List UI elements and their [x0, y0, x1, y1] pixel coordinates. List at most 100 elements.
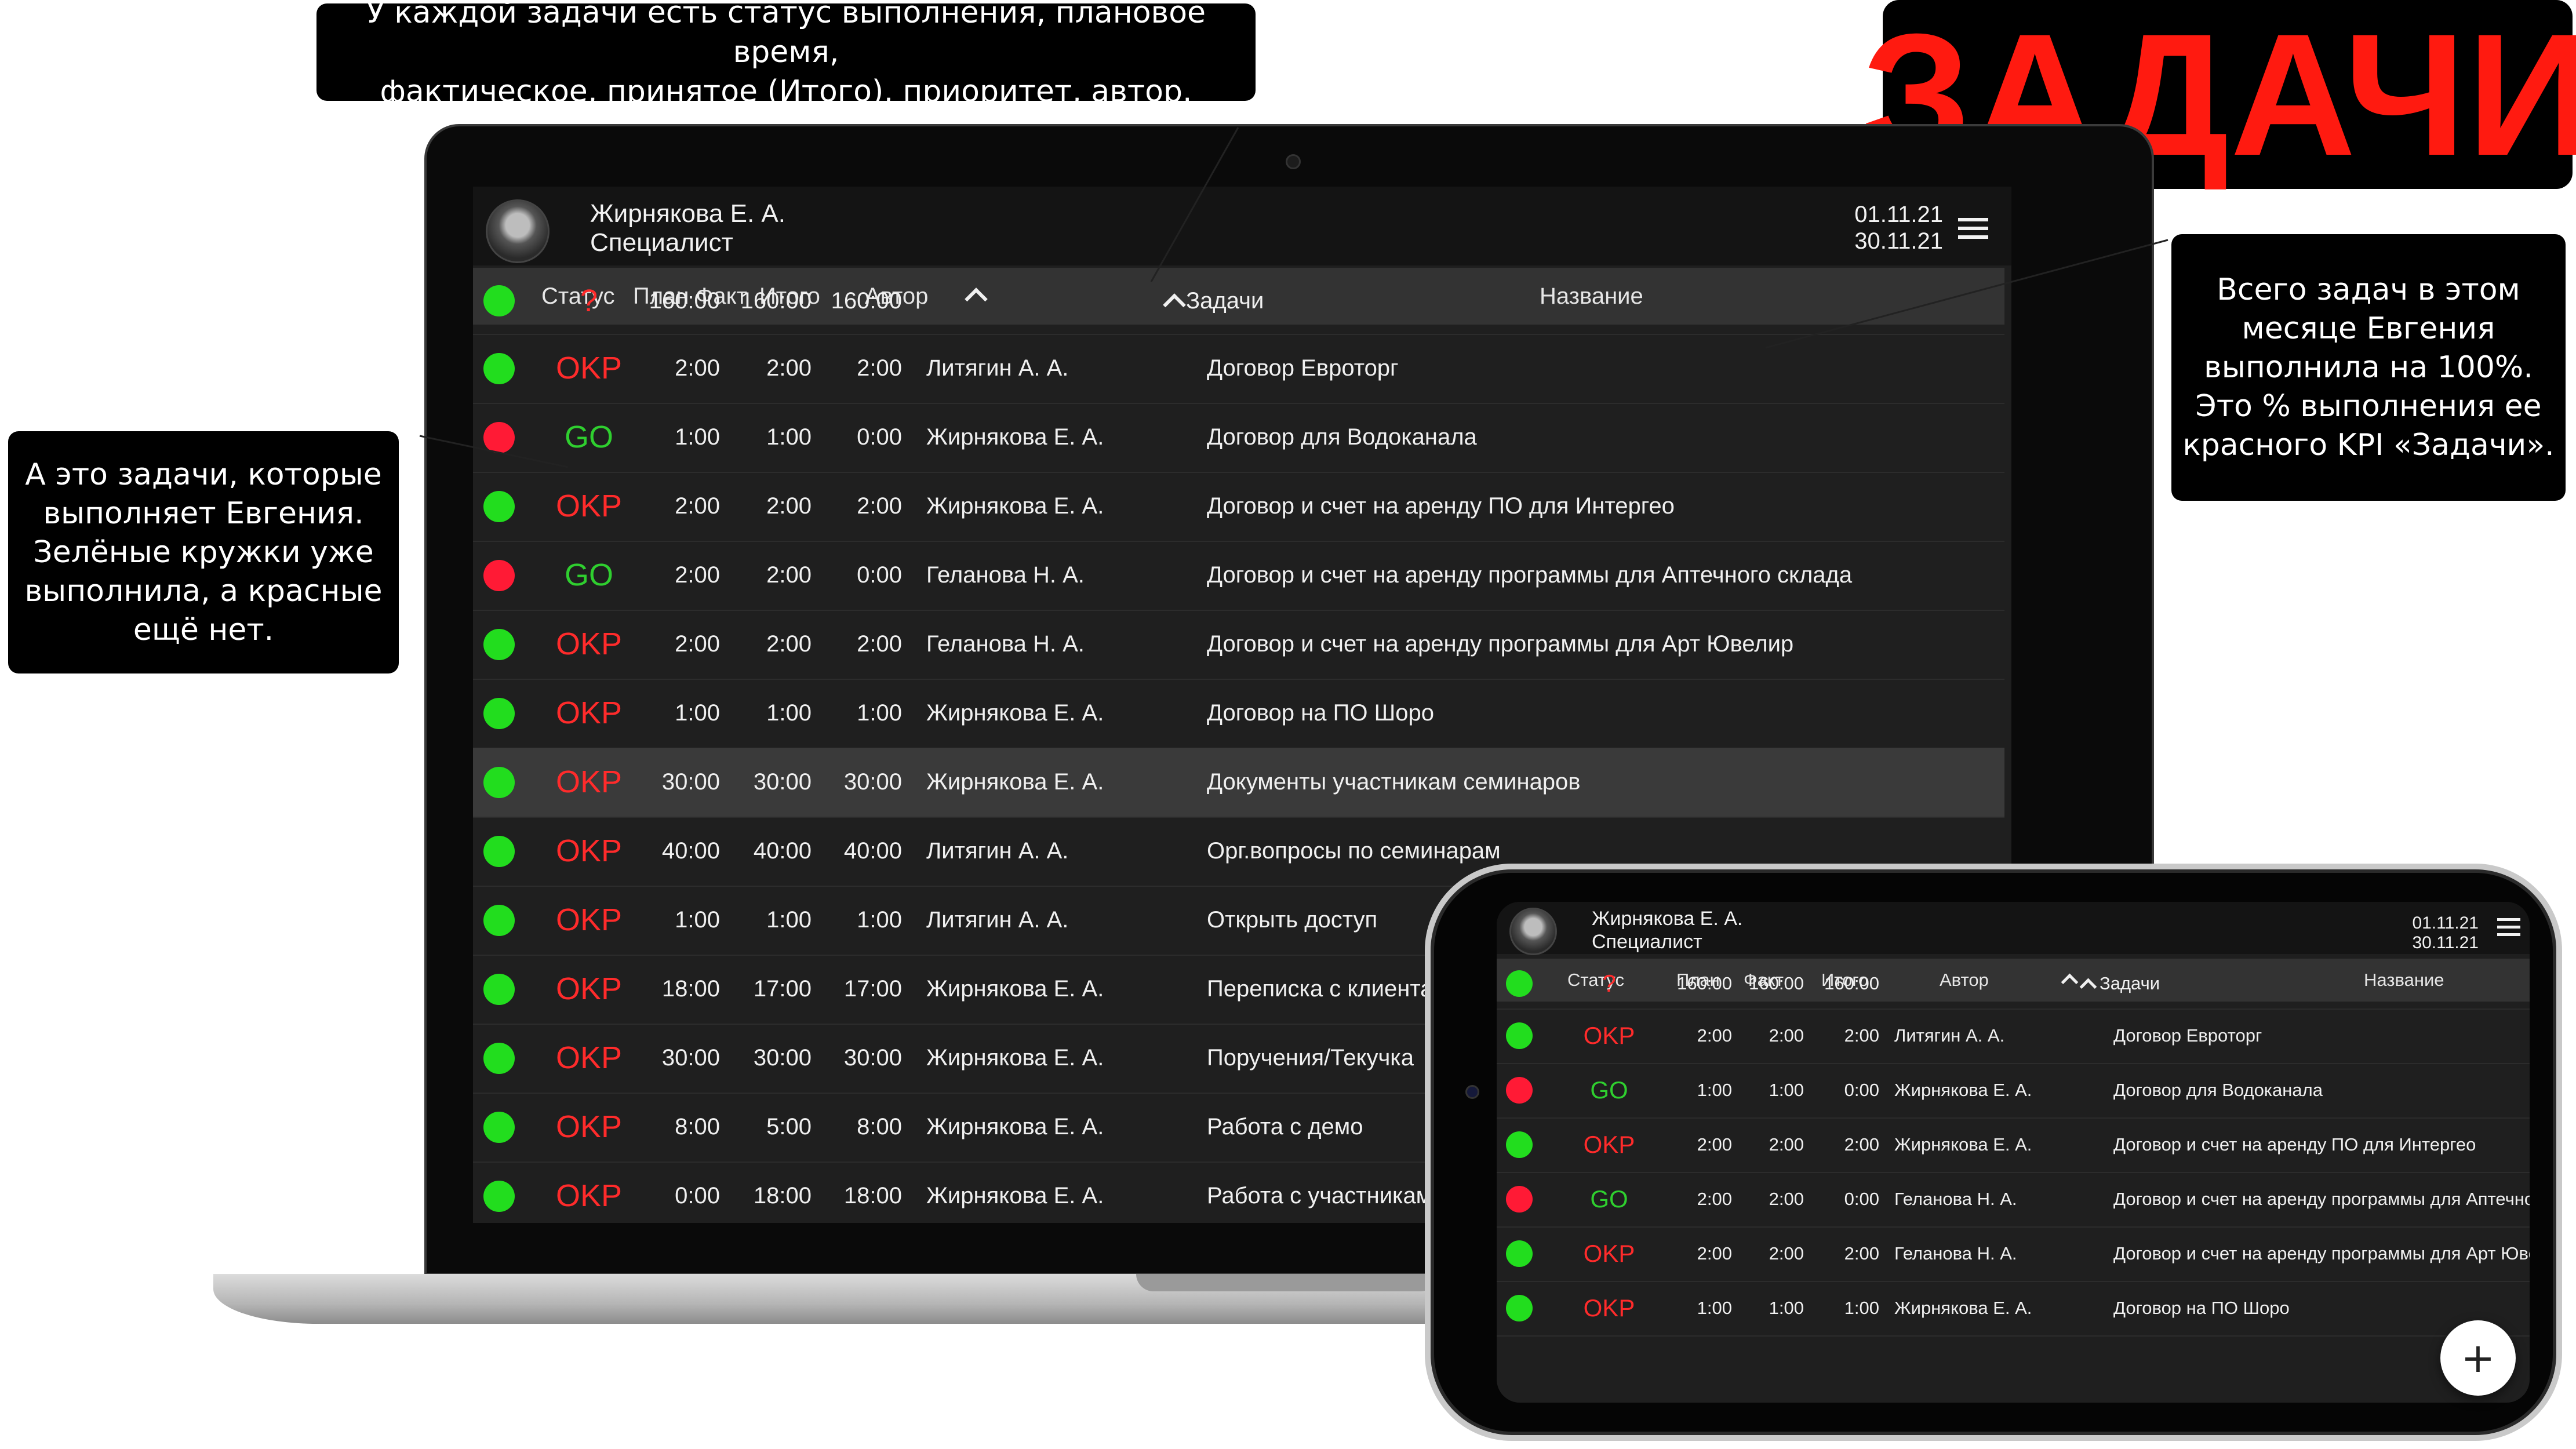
- status-label: GO: [1590, 1185, 1628, 1213]
- task-name: Договор и счет на аренду программы для А…: [1207, 562, 1853, 588]
- status-done-indicator[interactable]: [1506, 970, 1533, 997]
- status-done-indicator[interactable]: [483, 628, 515, 660]
- task-author: Жирнякова Е. А.: [926, 424, 1104, 450]
- status-done-indicator[interactable]: [1506, 1131, 1533, 1158]
- status-pending-indicator[interactable]: [1506, 1186, 1533, 1213]
- total-time: 30:00: [843, 769, 902, 795]
- task-author: Геланова Н. А.: [926, 562, 1085, 588]
- user-role: Специалист: [1592, 931, 1702, 953]
- status-done-indicator[interactable]: [1506, 1295, 1533, 1321]
- callout-top-line: фактическое, принятое (Итого), приоритет…: [380, 74, 1192, 109]
- status-done-indicator[interactable]: [483, 973, 515, 1005]
- status-done-indicator[interactable]: [483, 352, 515, 384]
- chevron-up-icon[interactable]: [1163, 293, 1186, 316]
- fact-time: 1:00: [766, 700, 812, 726]
- period-from[interactable]: 01.11.21: [1854, 202, 1943, 228]
- total-time: 2:00: [1844, 1134, 1879, 1155]
- app-header: Жирнякова Е. А. Специалист 01.11.21 30.1…: [1497, 902, 2530, 955]
- table-row[interactable]: OKP 2:00 2:00 2:00 Геланова Н. А. Договор и с…: [473, 610, 2004, 680]
- table-row[interactable]: OKP 2:00 2:00 2:00 Литягин А. А. Договор Евро…: [1497, 1009, 2530, 1064]
- table-row[interactable]: OKP 30:00 30:00 30:00 Жирнякова Е. А. Докумен…: [473, 748, 2004, 818]
- status-done-indicator[interactable]: [483, 1180, 515, 1212]
- period-to[interactable]: 30.11.21: [1854, 228, 1943, 254]
- task-author: Жирнякова Е. А.: [926, 976, 1104, 1002]
- hamburger-menu-icon[interactable]: [2497, 918, 2520, 936]
- callout-top: У каждой задачи есть статус выполнения, …: [316, 0, 1256, 109]
- status-label: OKP: [555, 696, 623, 730]
- plan-time: 2:00: [1697, 1025, 1732, 1046]
- status-done-indicator[interactable]: [483, 285, 515, 316]
- task-name: Договор Евроторг: [1207, 355, 1399, 381]
- app-header: Жирнякова Е. А. Специалист 01.11.21 30.1…: [473, 187, 2011, 265]
- status-label: OKP: [555, 351, 623, 385]
- table-row[interactable]: GO 1:00 1:00 0:00 Жирнякова Е. А. Договор для…: [1497, 1063, 2530, 1119]
- task-name: Договор на ПО Шоро: [1207, 700, 1434, 726]
- status-done-indicator[interactable]: [1506, 1022, 1533, 1049]
- status-done-indicator[interactable]: [483, 697, 515, 729]
- status-pending-indicator[interactable]: [483, 559, 515, 591]
- avatar[interactable]: [486, 199, 550, 263]
- plan-time: 40:00: [661, 838, 720, 864]
- fact-time: 2:00: [766, 562, 812, 588]
- status-label: OKP: [555, 1040, 623, 1075]
- summary-row[interactable]: ? 160:00 160:00 160:00 Задачи: [1497, 959, 2530, 1010]
- status-label: OKP: [555, 1109, 623, 1144]
- table-row[interactable]: OKP 1:00 1:00 1:00 Жирнякова Е. А. Договор на…: [473, 679, 2004, 749]
- fact-time: 30:00: [753, 769, 812, 795]
- task-author: Жирнякова Е. А.: [1894, 1080, 2032, 1100]
- period-to[interactable]: 30.11.21: [2412, 933, 2479, 953]
- fact-time: 18:00: [753, 1183, 812, 1208]
- table-row[interactable]: OKP 2:00 2:00 2:00 Литягин А. А. Договор Евро…: [473, 334, 2004, 404]
- status-pending-indicator[interactable]: [1506, 1077, 1533, 1104]
- total-time: 17:00: [843, 976, 902, 1002]
- callout-left-line: А это задачи, которые: [25, 457, 382, 492]
- callout-left-line: ещё нет.: [133, 612, 274, 647]
- table-row[interactable]: GO 2:00 2:00 0:00 Геланова Н. А. Договор и сч…: [1497, 1172, 2530, 1228]
- table-row[interactable]: OKP 2:00 2:00 2:00 Геланова Н. А. Договор и с…: [1497, 1226, 2530, 1282]
- status-done-indicator[interactable]: [483, 1111, 515, 1143]
- task-name: Договор для Водоканала: [2113, 1080, 2323, 1100]
- user-name: Жирнякова Е. А.: [1592, 908, 1743, 930]
- status-label: OKP: [555, 833, 623, 868]
- status-label: OKP: [1583, 1022, 1635, 1049]
- status-done-indicator[interactable]: [1506, 1240, 1533, 1267]
- chevron-up-icon[interactable]: [2079, 978, 2097, 996]
- tasks-table: Статус План Факт Итого Автор Название ? 1…: [473, 268, 2004, 1213]
- status-pending-indicator[interactable]: [483, 421, 515, 453]
- table-row[interactable]: OKP 2:00 2:00 2:00 Жирнякова Е. А. Договор и …: [1497, 1117, 2530, 1173]
- status-done-indicator[interactable]: [483, 904, 515, 936]
- status-done-indicator[interactable]: [483, 1042, 515, 1074]
- plan-time: 1:00: [1697, 1080, 1732, 1100]
- plan-time: 2:00: [675, 562, 720, 588]
- period-from[interactable]: 01.11.21: [2412, 913, 2479, 933]
- total-time: 30:00: [843, 1045, 902, 1071]
- fact-time: 2:00: [1769, 1189, 1804, 1209]
- hamburger-menu-icon[interactable]: [1958, 218, 1988, 239]
- plan-time: 2:00: [675, 631, 720, 657]
- table-row[interactable]: OKP 2:00 2:00 2:00 Жирнякова Е. А. Договор и …: [473, 472, 2004, 542]
- user-name: Жирнякова Е. А.: [590, 199, 785, 228]
- table-row[interactable]: OKP 1:00 1:00 1:00 Жирнякова Е. А. Договор на…: [1497, 1281, 2530, 1337]
- task-author: Литягин А. А.: [926, 838, 1069, 864]
- plan-time: 2:00: [675, 493, 720, 519]
- add-task-button[interactable]: +: [2440, 1320, 2516, 1396]
- status-label: GO: [1590, 1076, 1628, 1104]
- callout-right-line: красного KPI «Задачи».: [2182, 427, 2555, 463]
- status-done-indicator[interactable]: [483, 766, 515, 798]
- status-label: OKP: [555, 902, 623, 937]
- fact-time: 1:00: [1769, 1080, 1804, 1100]
- task-name: Договор и счет на аренду ПО для Интергео: [2113, 1134, 2476, 1155]
- table-row[interactable]: GO 1:00 1:00 0:00 Жирнякова Е. А. Договор для…: [473, 403, 2004, 473]
- status-done-indicator[interactable]: [483, 835, 515, 867]
- task-name: Открыть доступ: [1207, 907, 1378, 933]
- summary-row[interactable]: ? 160:00 160:00 160:00 Задачи: [473, 268, 2004, 335]
- callout-right-line: Всего задач в этом: [2217, 272, 2520, 307]
- fact-time: 1:00: [766, 907, 812, 933]
- plan-time: 2:00: [1697, 1134, 1732, 1155]
- plan-time: 2:00: [675, 355, 720, 381]
- callout-left: А это задачи, которые выполняет Евгения.…: [8, 431, 399, 673]
- status-done-indicator[interactable]: [483, 490, 515, 522]
- table-row[interactable]: GO 2:00 2:00 0:00 Геланова Н. А. Договор и сч…: [473, 541, 2004, 611]
- avatar[interactable]: [1509, 908, 1557, 955]
- plan-time: 1:00: [675, 907, 720, 933]
